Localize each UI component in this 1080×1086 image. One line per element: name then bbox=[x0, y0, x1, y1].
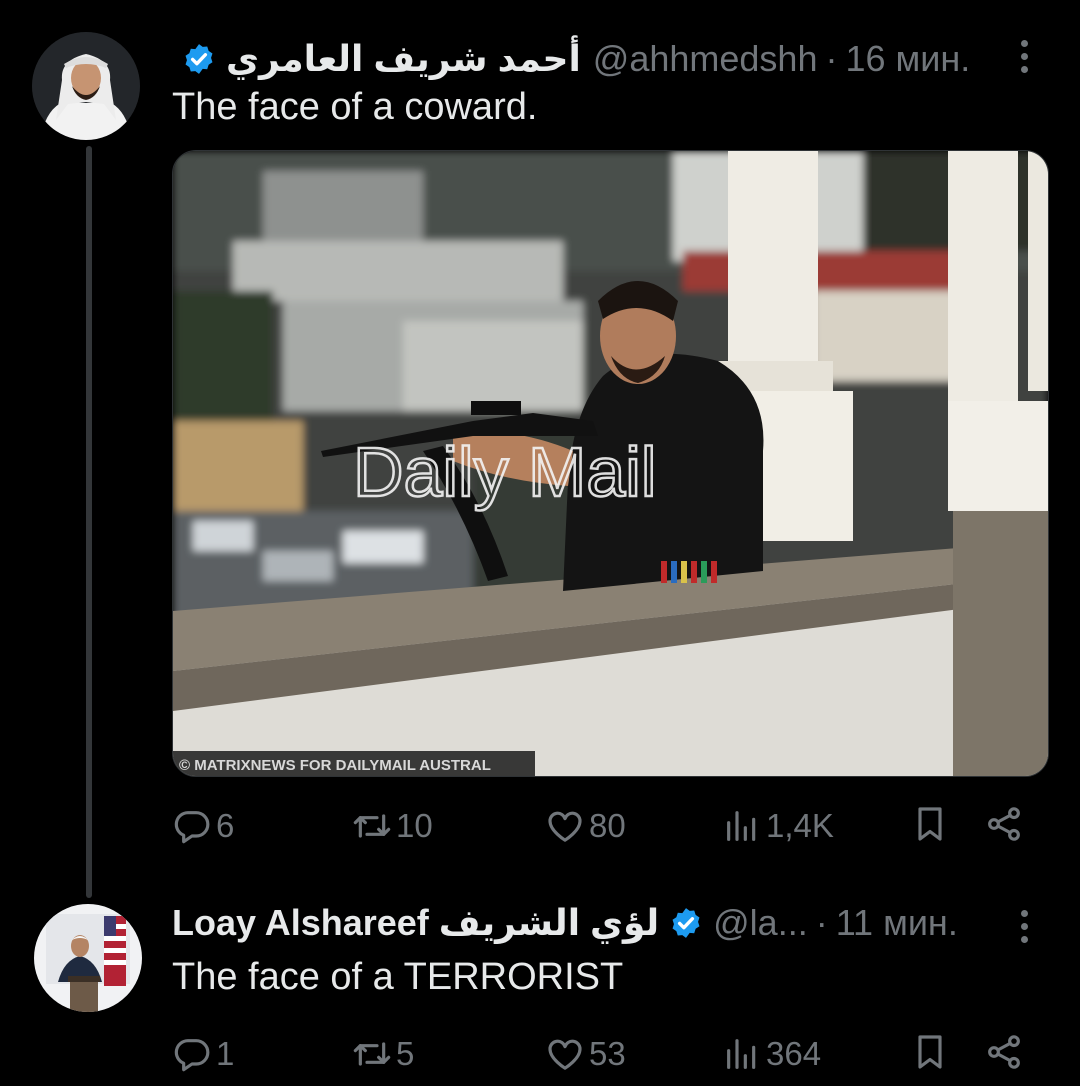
tweet-text: The face of a TERRORIST bbox=[172, 956, 624, 998]
share-icon bbox=[988, 807, 1020, 841]
share-button[interactable] bbox=[984, 804, 1024, 844]
bookmark-icon bbox=[918, 1035, 942, 1069]
more-options-icon[interactable] bbox=[1014, 910, 1034, 943]
thread-connector-line bbox=[86, 146, 92, 898]
view-count: 364 bbox=[766, 1035, 822, 1072]
verified-badge-icon bbox=[182, 42, 216, 76]
user-handle[interactable]: @la... bbox=[713, 901, 808, 945]
like-count: 53 bbox=[589, 1035, 626, 1072]
reply-icon bbox=[174, 811, 210, 844]
repost-count: 10 bbox=[396, 807, 433, 844]
separator-dot: · bbox=[815, 902, 828, 943]
user-handle[interactable]: @ahhmedshh bbox=[593, 37, 818, 81]
share-icon bbox=[988, 1035, 1020, 1069]
reply-icon bbox=[174, 1039, 210, 1072]
like-count: 80 bbox=[589, 807, 626, 844]
views-button[interactable]: 1,4K bbox=[722, 804, 834, 848]
photo-credit: © MATRIXNEWS FOR DAILYMAIL AUSTRAL bbox=[179, 757, 491, 774]
reply-button[interactable]: 6 bbox=[172, 804, 234, 848]
reply-count: 1 bbox=[216, 1035, 235, 1072]
bookmark-icon bbox=[918, 807, 942, 841]
timestamp[interactable]: 11 мин. bbox=[836, 901, 958, 945]
tweet-actions: 1 5 53 364 bbox=[172, 1032, 1032, 1076]
reply-count: 6 bbox=[216, 807, 235, 844]
avatar-ahhmedshh[interactable] bbox=[32, 32, 140, 140]
more-options-icon[interactable] bbox=[1014, 40, 1034, 73]
reply-button[interactable]: 1 bbox=[172, 1032, 234, 1076]
repost-icon bbox=[353, 814, 391, 838]
display-name[interactable]: أحمد شريف العامري bbox=[226, 37, 581, 81]
separator-dot: · bbox=[825, 38, 838, 79]
views-icon bbox=[727, 1039, 756, 1069]
like-button[interactable]: 80 bbox=[545, 804, 626, 848]
like-button[interactable]: 53 bbox=[545, 1032, 626, 1076]
like-icon bbox=[548, 811, 582, 842]
timestamp[interactable]: 16 мин. bbox=[845, 37, 970, 81]
views-button[interactable]: 364 bbox=[722, 1032, 821, 1076]
tweet-header: Loay Alshareef لؤي الشريف @la... · 11 ми… bbox=[172, 901, 958, 945]
avatar-loay-alshareef[interactable] bbox=[34, 904, 142, 1012]
photo-watermark: Daily Mail bbox=[353, 433, 656, 511]
bookmark-button[interactable] bbox=[910, 804, 950, 844]
like-icon bbox=[548, 1039, 582, 1070]
views-icon bbox=[727, 811, 756, 841]
view-count: 1,4K bbox=[766, 807, 834, 844]
bookmark-button[interactable] bbox=[910, 1032, 950, 1072]
repost-button[interactable]: 10 bbox=[352, 804, 433, 848]
share-button[interactable] bbox=[984, 1032, 1024, 1072]
verified-badge-icon bbox=[669, 906, 703, 940]
tweet-actions: 6 10 80 1,4K bbox=[172, 804, 1032, 848]
display-name[interactable]: Loay Alshareef لؤي الشريف bbox=[172, 901, 659, 945]
tweet-thread: أحمد شريف العامري @ahhmedshh · 16 мин. T… bbox=[0, 0, 1080, 1086]
tweet-header: أحمد شريف العامري @ahhmedshh · 16 мин. bbox=[172, 37, 970, 81]
repost-icon bbox=[353, 1042, 391, 1066]
repost-button[interactable]: 5 bbox=[352, 1032, 414, 1076]
tweet-photo[interactable]: Daily Mail © MATRIXNEWS FOR DAILYMAIL AU… bbox=[172, 150, 1049, 777]
repost-count: 5 bbox=[396, 1035, 415, 1072]
tweet-text: The face of a coward. bbox=[172, 86, 538, 128]
